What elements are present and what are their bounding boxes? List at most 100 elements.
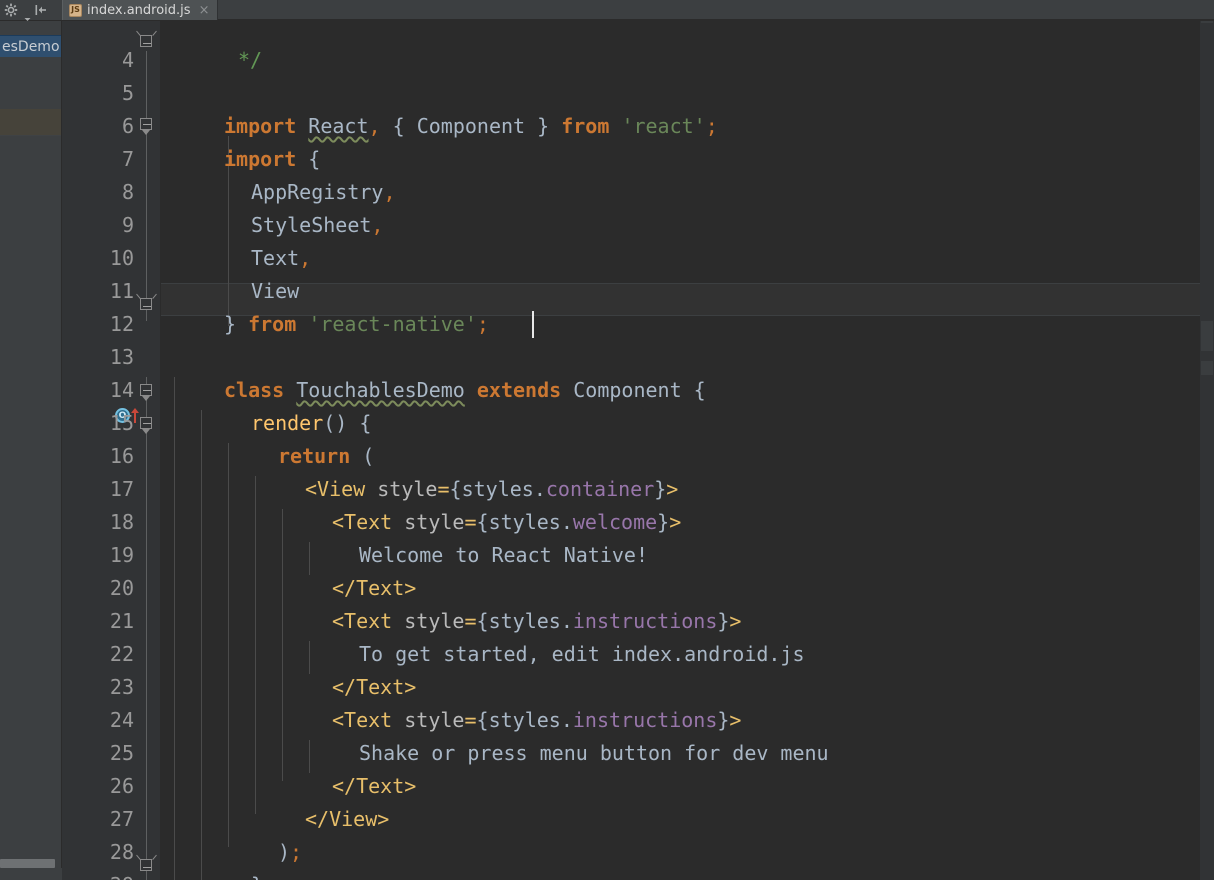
code-token-attr: style (377, 477, 438, 501)
editor-line-row[interactable]: 18 <Text style={styles.welcome}> (62, 506, 1214, 539)
code-token-identifier: styles (488, 510, 561, 534)
line-number: 16 (109, 444, 134, 468)
code-line-15: render() { (251, 411, 372, 435)
code-token-property: instructions (572, 708, 718, 732)
code-line-7: import { (224, 147, 321, 171)
code-line-19: Welcome to React Native! (359, 543, 648, 567)
code-token-keyword: extends (476, 378, 562, 402)
editor-line-row[interactable]: 6 import React, { Component } from 'reac… (62, 110, 1214, 143)
tab-title: index.android.js (87, 2, 191, 18)
editor-line-row[interactable]: 14 class TouchablesDemo extends Componen… (62, 374, 1214, 407)
editor-line-row[interactable]: 27 </View> (62, 803, 1214, 836)
editor-line-row[interactable]: 4 */ (62, 44, 1214, 77)
project-tool-window[interactable]: esDemo (0, 21, 62, 880)
editor-tab-bar: JS index.android.js × (62, 0, 1214, 21)
code-token-keyword: from (561, 114, 610, 138)
code-token-identifier: React (308, 114, 369, 138)
line-number: 7 (121, 147, 134, 171)
line-number: 15 (109, 411, 134, 435)
chevron-down-icon[interactable] (24, 8, 31, 21)
code-token-comment: */ (238, 48, 263, 72)
editor-line-row[interactable]: 21 <Text style={styles.instructions}> (62, 605, 1214, 638)
editor-line-row[interactable]: 5 (62, 77, 1214, 110)
tab-index-android-js[interactable]: JS index.android.js × (62, 0, 219, 20)
editor-line-row[interactable]: 8 AppRegistry, (62, 176, 1214, 209)
line-number: 5 (121, 81, 134, 105)
editor-line-row[interactable]: 29 } (62, 869, 1214, 880)
line-number: 28 (109, 840, 134, 864)
line-number: 20 (109, 576, 134, 600)
code-line-6: import React, { Component } from 'react'… (224, 114, 718, 138)
code-token-keyword: return (278, 444, 351, 468)
code-line-17: <View style={styles.container}> (305, 477, 679, 501)
code-token-attr: style (404, 609, 465, 633)
code-token-identifier: styles (461, 477, 534, 501)
code-line-23: </Text> (332, 675, 417, 699)
editor-line-row[interactable]: 22 To get started, edit index.android.js (62, 638, 1214, 671)
code-token-identifier: Component (416, 114, 526, 138)
code-token-identifier: View (251, 279, 300, 303)
line-number: 25 (109, 741, 134, 765)
line-number: 23 (109, 675, 134, 699)
code-token-keyword: import (224, 147, 297, 171)
code-line-10: Text, (251, 246, 312, 270)
code-line-26: </Text> (332, 774, 417, 798)
line-number: 21 (109, 609, 134, 633)
project-panel-bottom-strip (0, 868, 62, 880)
error-marker-stripe[interactable] (1200, 21, 1214, 880)
code-token-identifier: styles (488, 609, 561, 633)
line-number: 8 (121, 180, 134, 204)
code-line-27: </View> (305, 807, 390, 831)
line-number: 22 (109, 642, 134, 666)
collapse-panel-icon[interactable] (33, 2, 49, 18)
code-token-attr: style (404, 510, 465, 534)
code-line-22: To get started, edit index.android.js (359, 642, 805, 666)
editor-line-row[interactable]: 15 render() { (62, 407, 1214, 440)
editor-line-row[interactable]: 13 (62, 341, 1214, 374)
close-icon[interactable]: × (199, 4, 210, 17)
code-token-string: 'react' (621, 114, 706, 138)
code-token-property: instructions (572, 609, 718, 633)
gear-icon[interactable] (4, 2, 20, 18)
code-token-keyword: class (224, 378, 285, 402)
code-line-8: AppRegistry, (251, 180, 396, 204)
code-editor[interactable]: O 4 */ 5 6 import React, { Component } f… (62, 21, 1214, 880)
code-token-jsx-tag: <Text (332, 609, 393, 633)
line-number: 17 (109, 477, 134, 501)
line-number: 11 (109, 279, 134, 303)
code-token-keyword: import (224, 114, 297, 138)
code-line-18: <Text style={styles.welcome}> (332, 510, 682, 534)
editor-line-row[interactable]: 7 import { (62, 143, 1214, 176)
code-line-16: return ( (278, 444, 375, 468)
editor-line-row[interactable]: 16 return ( (62, 440, 1214, 473)
project-tree-row-divider (0, 135, 62, 136)
code-line-29: } (251, 869, 263, 880)
project-panel-hscroll-thumb[interactable] (0, 859, 55, 868)
editor-line-row[interactable]: 26 </Text> (62, 770, 1214, 803)
editor-line-row[interactable]: 10 Text, (62, 242, 1214, 275)
code-token-identifier: AppRegistry (251, 180, 384, 204)
editor-line-row[interactable]: 23 </Text> (62, 671, 1214, 704)
line-number: 29 (62, 869, 136, 880)
code-token-jsx-tag: <Text (332, 510, 393, 534)
line-number: 27 (109, 807, 134, 831)
line-number: 6 (121, 114, 134, 138)
editor-line-row[interactable]: 17 <View style={styles.container}> (62, 473, 1214, 506)
editor-line-row[interactable]: 20 </Text> (62, 572, 1214, 605)
editor-line-row[interactable]: 19 Welcome to React Native! (62, 539, 1214, 572)
project-tree-selected-node[interactable]: esDemo (0, 35, 62, 57)
editor-line-row[interactable]: 24 <Text style={styles.instructions}> (62, 704, 1214, 737)
line-number: 13 (109, 345, 134, 369)
line-number: 9 (121, 213, 134, 237)
editor-line-row[interactable]: 25 Shake or press menu button for dev me… (62, 737, 1214, 770)
code-line-12: } from 'react-native'; (224, 312, 489, 336)
code-token-identifier: Component (573, 378, 682, 402)
code-line-9: StyleSheet, (251, 213, 384, 237)
editor-line-row[interactable]: 28 ); (62, 836, 1214, 869)
project-tree-row-highlight (0, 109, 62, 135)
editor-line-row-current[interactable]: 12 } from 'react-native'; (62, 308, 1214, 341)
editor-line-row[interactable]: 11 View (62, 275, 1214, 308)
editor-line-row[interactable]: 9 StyleSheet, (62, 209, 1214, 242)
code-line-14: class TouchablesDemo extends Component { (224, 378, 706, 402)
code-token-identifier: Text (251, 246, 300, 270)
